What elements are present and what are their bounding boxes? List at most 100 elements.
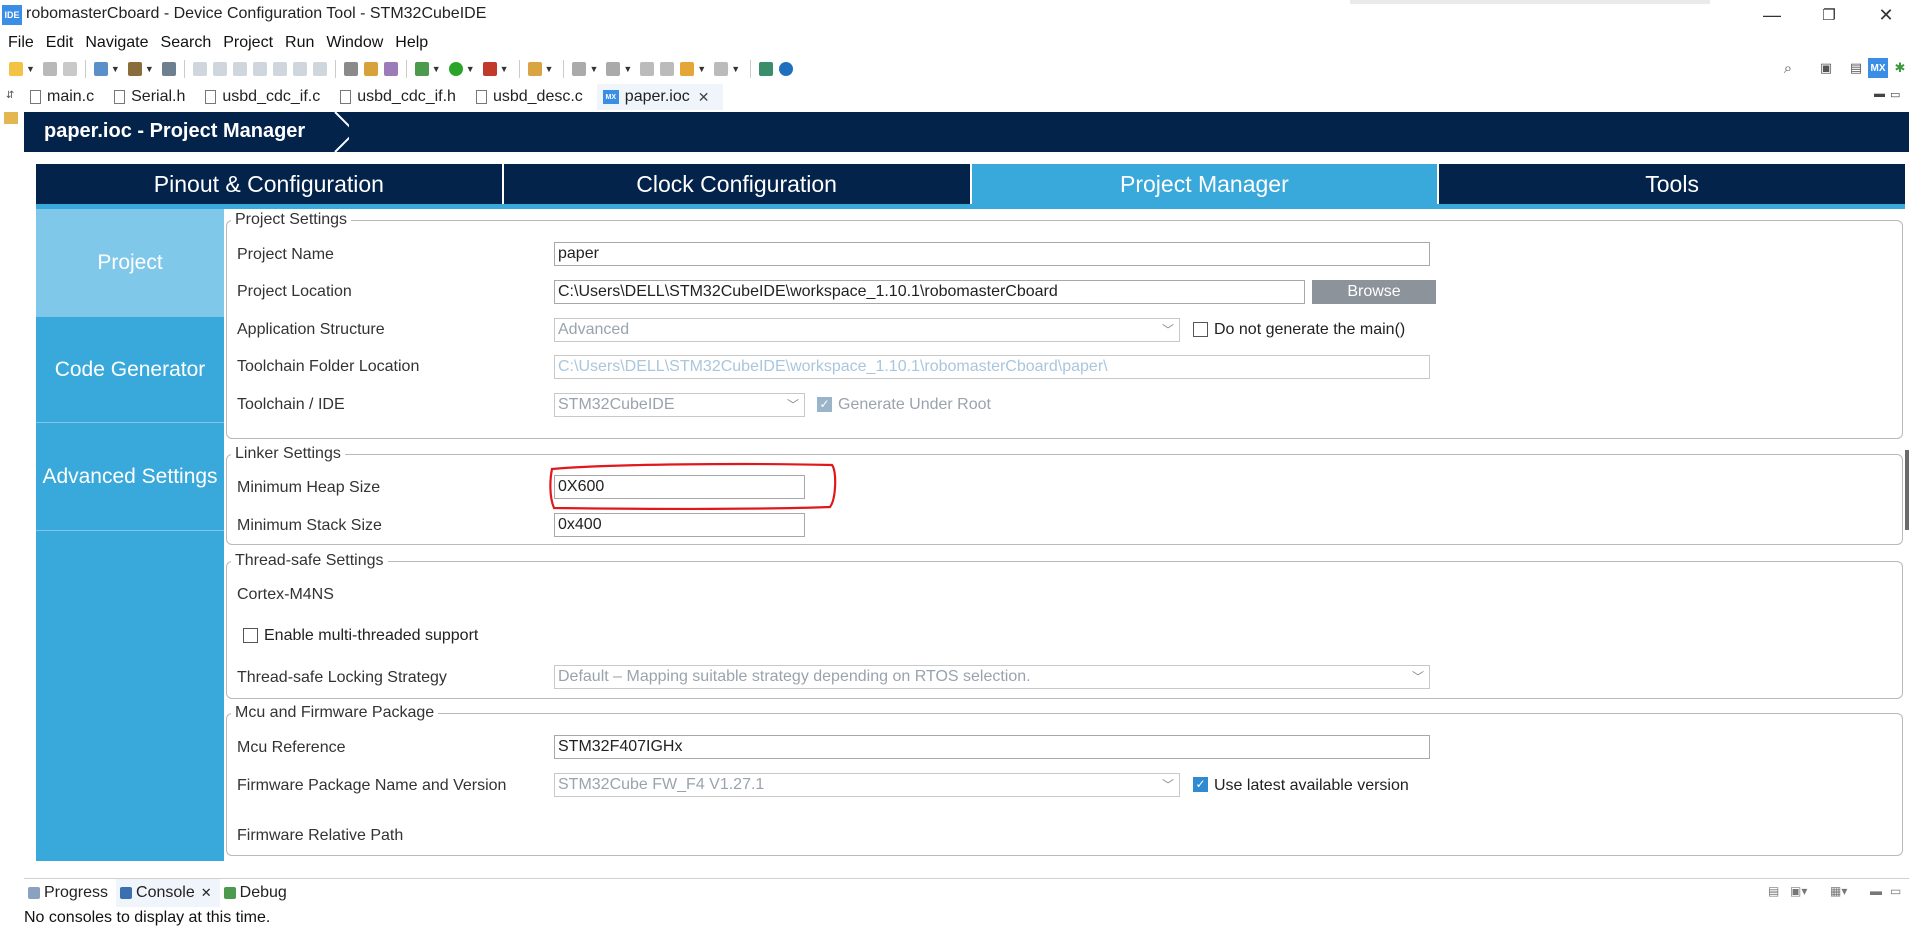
prev-annotation-icon[interactable]: [606, 62, 621, 76]
save-icon[interactable]: [42, 62, 57, 76]
search-tools-dropdown-icon[interactable]: ▼: [545, 64, 554, 74]
menu-run[interactable]: Run: [285, 34, 314, 52]
project-name-input[interactable]: paper: [554, 242, 1430, 266]
tab-usbd-desc-c[interactable]: usbd_desc.c: [470, 84, 597, 110]
last-edit-icon[interactable]: [640, 62, 655, 76]
tab-close-icon[interactable]: ✕: [201, 885, 212, 901]
menu-navigate[interactable]: Navigate: [85, 34, 148, 52]
save-all-icon[interactable]: [62, 62, 77, 76]
menu-project[interactable]: Project: [223, 34, 273, 52]
next-annotation-icon[interactable]: [572, 62, 587, 76]
toolchain-ide-select[interactable]: STM32CubeIDE ﹀: [554, 393, 805, 417]
back-dropdown-icon[interactable]: ▼: [697, 64, 706, 74]
step-over-icon[interactable]: [292, 62, 307, 76]
tab-paper-ioc[interactable]: MX paper.ioc ✕: [596, 84, 724, 110]
restart-icon[interactable]: [363, 62, 378, 76]
tab-console[interactable]: Console ✕: [116, 879, 220, 907]
minimize-button[interactable]: —: [1749, 0, 1795, 30]
nav-code-generator[interactable]: Code Generator: [36, 317, 224, 423]
build-dropdown-icon[interactable]: ▼: [145, 64, 154, 74]
vertical-scrollbar[interactable]: [1905, 450, 1909, 530]
terminate-icon[interactable]: [232, 62, 247, 76]
menu-search[interactable]: Search: [161, 34, 212, 52]
next-annotation-dropdown-icon[interactable]: ▼: [589, 64, 598, 74]
tab-serial-h[interactable]: Serial.h: [108, 84, 199, 110]
coverage-dropdown-icon[interactable]: ▼: [500, 64, 509, 74]
locking-strategy-select[interactable]: Default – Mapping suitable strategy depe…: [554, 665, 1430, 689]
no-main-checkbox[interactable]: [1193, 322, 1208, 337]
console-display-icon[interactable]: ▤: [1768, 884, 1779, 898]
device-config-perspective-icon[interactable]: MX: [1868, 58, 1888, 78]
console-pin-icon[interactable]: ▣▾: [1790, 884, 1807, 898]
binary-icon[interactable]: [161, 62, 176, 76]
open-console-icon[interactable]: ▦▾: [1830, 884, 1847, 898]
debug-dropdown-icon[interactable]: ▼: [432, 64, 441, 74]
tab-project-manager[interactable]: Project Manager: [971, 164, 1438, 204]
tab-pinout-configuration[interactable]: Pinout & Configuration: [36, 164, 502, 204]
new-dropdown-icon[interactable]: ▼: [26, 64, 35, 74]
new-icon[interactable]: [9, 62, 23, 76]
tab-usbd-cdc-if-h[interactable]: usbd_cdc_if.h: [334, 84, 470, 110]
tab-clock-configuration[interactable]: Clock Configuration: [503, 164, 970, 204]
use-latest-version-checkbox[interactable]: ✓: [1193, 777, 1208, 792]
application-structure-select[interactable]: Advanced ﹀: [554, 318, 1180, 342]
restore-view-icon[interactable]: ⇵: [6, 90, 14, 101]
project-location-input[interactable]: C:\Users\DELL\STM32CubeIDE\workspace_1.1…: [554, 280, 1305, 304]
browse-button[interactable]: Browse: [1312, 280, 1436, 304]
menu-help[interactable]: Help: [395, 34, 428, 52]
minimum-stack-size-input[interactable]: 0x400: [554, 513, 805, 537]
back-icon[interactable]: [680, 62, 695, 76]
nav-advanced-settings[interactable]: Advanced Settings: [36, 423, 224, 531]
application-structure-label: Application Structure: [237, 321, 385, 338]
tab-close-icon[interactable]: ✕: [698, 89, 710, 106]
maximize-editor-icon[interactable]: ▭: [1890, 88, 1900, 101]
open-perspective-button-icon[interactable]: ▣: [1816, 58, 1836, 78]
generate-under-root-checkbox[interactable]: ✓: [817, 397, 832, 412]
nav-project[interactable]: Project: [36, 209, 224, 317]
mcu-reference-input[interactable]: STM32F407IGHx: [554, 735, 1430, 759]
debug-bug-icon[interactable]: [414, 62, 429, 76]
suspend-icon[interactable]: [212, 62, 227, 76]
h-file-icon: [114, 90, 126, 104]
prev-annotation-dropdown-icon[interactable]: ▼: [623, 64, 632, 74]
menu-edit[interactable]: Edit: [46, 34, 74, 52]
tab-main-c[interactable]: main.c: [24, 84, 108, 110]
tab-tools[interactable]: Tools: [1439, 164, 1905, 204]
firmware-package-select[interactable]: STM32Cube FW_F4 V1.27.1 ﹀: [554, 773, 1180, 797]
run-dropdown-icon[interactable]: ▼: [466, 64, 475, 74]
instruction-stepping-icon[interactable]: [343, 62, 358, 76]
menu-file[interactable]: File: [8, 34, 34, 52]
project-explorer-icon[interactable]: [4, 112, 18, 124]
tab-label: paper.ioc: [624, 88, 690, 105]
external-tools-icon[interactable]: [383, 62, 398, 76]
minimize-panel-icon[interactable]: ▬: [1870, 884, 1882, 898]
device-config-dropdown-icon[interactable]: ▼: [111, 64, 120, 74]
restore-button[interactable]: ❐: [1806, 0, 1852, 30]
coverage-icon[interactable]: [482, 62, 497, 76]
step-return-icon[interactable]: [312, 62, 327, 76]
toolchain-folder-input[interactable]: C:\Users\DELL\STM32CubeIDE\workspace_1.1…: [554, 355, 1430, 379]
tab-progress[interactable]: Progress: [24, 879, 116, 907]
tab-usbd-cdc-if-c[interactable]: usbd_cdc_if.c: [199, 84, 334, 110]
multithread-checkbox[interactable]: [243, 628, 258, 643]
disconnect-icon[interactable]: [252, 62, 267, 76]
build-hammer-icon[interactable]: [127, 62, 142, 76]
search-icon[interactable]: ⌕: [1778, 58, 1798, 78]
forward-icon[interactable]: [714, 62, 729, 76]
search-tools-icon[interactable]: [527, 62, 542, 76]
menu-window[interactable]: Window: [326, 34, 383, 52]
close-button[interactable]: ✕: [1863, 0, 1909, 30]
debug-perspective-icon[interactable]: ✱: [1890, 58, 1909, 78]
forward-dropdown-icon[interactable]: ▼: [731, 64, 740, 74]
cpp-perspective-icon[interactable]: ▤: [1846, 58, 1866, 78]
maximize-panel-icon[interactable]: ▭: [1890, 884, 1901, 898]
device-config-icon[interactable]: [93, 62, 108, 76]
step-into-icon[interactable]: [272, 62, 287, 76]
resume-icon[interactable]: [192, 62, 207, 76]
run-icon[interactable]: [448, 62, 463, 76]
tab-debug[interactable]: Debug: [220, 879, 295, 907]
open-perspective-icon[interactable]: [759, 62, 774, 76]
minimize-editor-icon[interactable]: ▬: [1874, 88, 1885, 100]
info-icon[interactable]: [779, 62, 794, 76]
pin-editor-icon[interactable]: [660, 62, 675, 76]
